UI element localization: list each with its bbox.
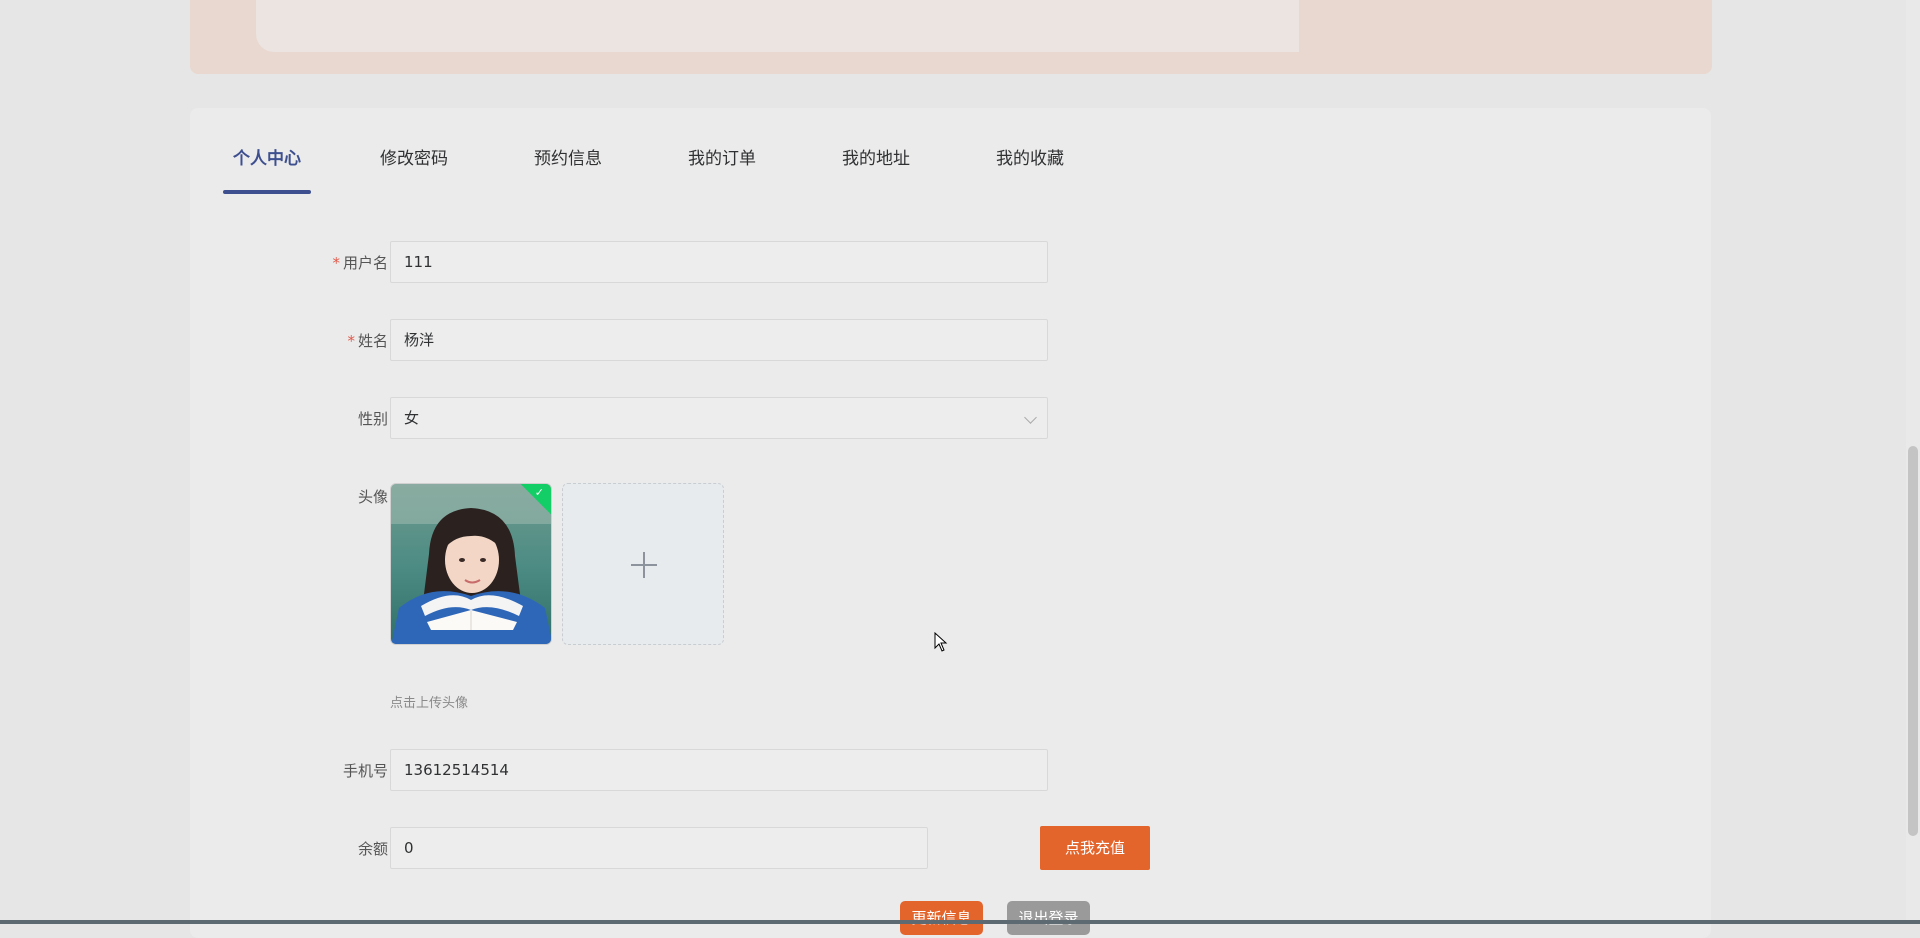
check-icon: ✓ (534, 486, 544, 499)
tab-label: 我的订单 (688, 149, 756, 169)
bottom-taskbar-strip (0, 920, 1920, 924)
phone-label: 手机号 (342, 762, 388, 780)
tab-label: 我的地址 (842, 149, 910, 169)
update-info-button[interactable]: 更新信息 (900, 901, 983, 935)
required-asterisk: * (332, 254, 340, 272)
name-value: 杨洋 (404, 331, 435, 349)
chevron-down-icon (1024, 411, 1037, 424)
tab-active-underline (223, 190, 311, 194)
tab-label: 修改密码 (380, 149, 448, 169)
avatar-image[interactable]: ✓ (390, 483, 552, 645)
tab-label: 预约信息 (534, 149, 602, 169)
tab-label: 个人中心 (233, 149, 301, 169)
balance-value: 0 (404, 839, 414, 857)
avatar-label: 头像 (357, 488, 388, 506)
tab-change-password[interactable]: 修改密码 (379, 142, 449, 194)
tab-my-orders[interactable]: 我的订单 (687, 142, 757, 194)
top-banner-inner (256, 0, 1299, 52)
top-banner (190, 0, 1712, 74)
mouse-cursor-icon (934, 632, 948, 652)
gender-label: 性别 (357, 410, 388, 428)
username-value: 111 (404, 253, 433, 271)
tab-label: 我的收藏 (996, 149, 1064, 169)
plus-icon-vertical (643, 552, 645, 578)
name-input[interactable]: 杨洋 (390, 319, 1048, 361)
gender-select[interactable]: 女 (390, 397, 1048, 439)
tab-appointments[interactable]: 预约信息 (533, 142, 603, 194)
tab-personal-center[interactable]: 个人中心 (223, 142, 311, 194)
required-asterisk: * (347, 332, 355, 350)
name-label: * 姓名 (347, 332, 388, 350)
tab-my-favorites[interactable]: 我的收藏 (995, 142, 1065, 194)
user-center-panel: 个人中心 修改密码 预约信息 我的订单 我的地址 我的收藏 * 用户名 111 *… (190, 108, 1711, 938)
avatar-upload-hint: 点击上传头像 (390, 696, 469, 711)
logout-button[interactable]: 退出登录 (1007, 901, 1090, 935)
phone-input[interactable]: 13612514514 (390, 749, 1048, 791)
username-label: * 用户名 (332, 254, 388, 272)
username-input[interactable]: 111 (390, 241, 1048, 283)
tab-my-addresses[interactable]: 我的地址 (841, 142, 911, 194)
phone-value: 13612514514 (404, 761, 509, 779)
avatar-photo (391, 484, 551, 644)
balance-label: 余额 (357, 840, 388, 858)
balance-input[interactable]: 0 (390, 827, 928, 869)
avatar-upload-button[interactable] (562, 483, 724, 645)
scrollbar-thumb[interactable] (1908, 446, 1918, 836)
gender-value: 女 (404, 409, 420, 427)
recharge-button[interactable]: 点我充值 (1040, 826, 1150, 870)
page-scrollbar[interactable] (1906, 0, 1920, 924)
